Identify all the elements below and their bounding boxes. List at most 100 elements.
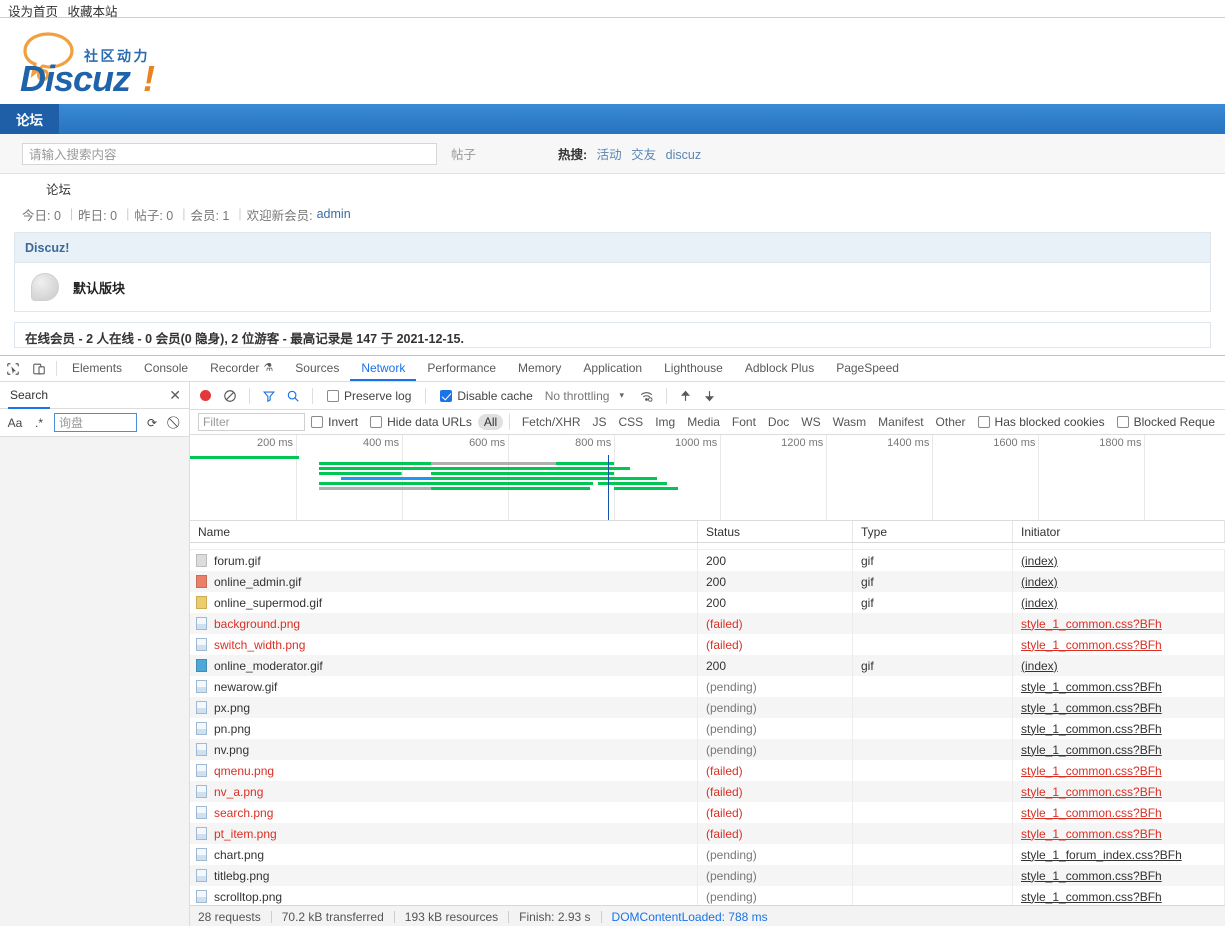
preserve-log-checkbox[interactable]: Preserve log [327, 389, 411, 403]
network-overview[interactable]: 200 ms 400 ms 600 ms 800 ms 1000 ms 1200 ms 14… [190, 435, 1225, 521]
table-row[interactable]: online_admin.gif 200 gif (index) [190, 571, 1225, 592]
regex-icon[interactable]: .* [30, 416, 48, 430]
set-homepage-link[interactable]: 设为首页 [8, 5, 58, 19]
request-initiator-link[interactable]: style_1_common.css?BFh [1021, 827, 1162, 841]
hide-data-urls-box[interactable] [370, 416, 383, 428]
search-drawer-tab[interactable]: Search [8, 382, 51, 409]
has-blocked-cookies-checkbox[interactable]: Has blocked cookies [977, 415, 1105, 429]
throttling-select[interactable]: No throttling [545, 389, 610, 403]
table-row[interactable]: online_supermod.gif 200 gif (index) [190, 592, 1225, 613]
table-row[interactable]: switch_width.png (failed) style_1_common.c… [190, 634, 1225, 655]
table-row-clipped[interactable] [190, 543, 1225, 550]
blocked-requests-checkbox[interactable]: Blocked Reque [1116, 415, 1215, 429]
request-name[interactable]: pn.png [214, 722, 251, 736]
invert-box[interactable] [311, 416, 324, 428]
status-dom-content-loaded[interactable]: DOMContentLoaded: 788 ms [612, 910, 768, 924]
request-initiator-link[interactable]: style_1_common.css?BFh [1021, 638, 1162, 652]
has-blocked-cookies-box[interactable] [977, 416, 990, 428]
column-header-name[interactable]: Name [190, 521, 698, 542]
table-row[interactable]: nv_a.png (failed) style_1_common.css?BFh [190, 781, 1225, 802]
tab-console[interactable]: Console [133, 356, 199, 381]
chevron-down-icon[interactable]: ▾ [619, 390, 624, 401]
request-name[interactable]: background.png [214, 617, 300, 631]
refresh-icon[interactable]: ⟳ [143, 416, 161, 430]
column-header-initiator[interactable]: Initiator [1013, 521, 1225, 542]
tab-pagespeed[interactable]: PageSpeed [825, 356, 910, 381]
request-initiator-link[interactable]: style_1_common.css?BFh [1021, 743, 1162, 757]
search-icon[interactable] [282, 389, 304, 403]
bookmark-site-link[interactable]: 收藏本站 [68, 5, 118, 19]
column-header-status[interactable]: Status [698, 521, 853, 542]
request-initiator-link[interactable]: (index) [1021, 554, 1058, 568]
request-initiator-link[interactable]: style_1_forum_index.css?BFh [1021, 848, 1182, 862]
request-initiator-link[interactable]: style_1_common.css?BFh [1021, 701, 1162, 715]
table-row[interactable]: forum.gif 200 gif (index) [190, 550, 1225, 571]
request-name[interactable]: forum.gif [214, 554, 261, 568]
device-toolbar-icon[interactable] [26, 356, 52, 381]
tab-sources[interactable]: Sources [284, 356, 350, 381]
tab-application[interactable]: Application [572, 356, 653, 381]
request-initiator-link[interactable]: (index) [1021, 659, 1058, 673]
tab-adblock-plus[interactable]: Adblock Plus [734, 356, 825, 381]
site-search-input[interactable]: 请输入搜索内容 [22, 142, 437, 165]
request-name[interactable]: search.png [214, 806, 273, 820]
clear-requests-icon[interactable] [219, 389, 241, 403]
breadcrumb-item-forum[interactable]: 论坛 [46, 179, 71, 198]
table-row[interactable]: qmenu.png (failed) style_1_common.css?BFh [190, 760, 1225, 781]
request-initiator-link[interactable]: style_1_common.css?BFh [1021, 890, 1162, 904]
table-row[interactable]: nv.png (pending) style_1_common.css?BFh [190, 739, 1225, 760]
request-initiator-link[interactable]: (index) [1021, 575, 1058, 589]
network-conditions-icon[interactable] [636, 389, 658, 403]
request-initiator-link[interactable]: style_1_common.css?BFh [1021, 869, 1162, 883]
table-row[interactable]: background.png (failed) style_1_common.css… [190, 613, 1225, 634]
request-name[interactable]: pt_item.png [214, 827, 277, 841]
request-name[interactable]: nv.png [214, 743, 249, 757]
filter-type-ws[interactable]: WS [795, 414, 826, 430]
request-initiator-link[interactable]: style_1_common.css?BFh [1021, 722, 1162, 736]
column-header-type[interactable]: Type [853, 521, 1013, 542]
filter-type-doc[interactable]: Doc [762, 414, 795, 430]
inspect-element-icon[interactable] [0, 356, 26, 381]
export-har-icon[interactable] [699, 389, 721, 403]
forum-board-name[interactable]: 默认版块 [73, 278, 125, 297]
request-name[interactable]: px.png [214, 701, 250, 715]
clear-search-icon[interactable]: ⃠ [167, 415, 185, 430]
newest-member-link[interactable]: admin [317, 207, 351, 221]
disable-cache-box[interactable] [440, 389, 453, 402]
tab-performance[interactable]: Performance [416, 356, 507, 381]
table-row[interactable]: online_moderator.gif 200 gif (index) [190, 655, 1225, 676]
hot-search-link-2[interactable]: 交友 [631, 148, 656, 162]
request-name[interactable]: online_moderator.gif [214, 659, 323, 673]
nav-tab-forum[interactable]: 论坛 [0, 104, 59, 134]
table-row[interactable]: pn.png (pending) style_1_common.css?BFh [190, 718, 1225, 739]
request-name[interactable]: newarow.gif [214, 680, 277, 694]
preserve-log-box[interactable] [327, 389, 339, 402]
filter-type-js[interactable]: JS [587, 414, 613, 430]
filter-type-wasm[interactable]: Wasm [827, 414, 873, 430]
filter-type-img[interactable]: Img [649, 414, 681, 430]
request-initiator-link[interactable]: style_1_common.css?BFh [1021, 617, 1162, 631]
filter-icon[interactable] [258, 389, 280, 403]
table-row[interactable]: pt_item.png (failed) style_1_common.css?BF… [190, 823, 1225, 844]
request-initiator-link[interactable]: style_1_common.css?BFh [1021, 785, 1162, 799]
filter-type-other[interactable]: Other [930, 414, 972, 430]
tab-network[interactable]: Network [350, 356, 417, 381]
filter-type-manifest[interactable]: Manifest [872, 414, 929, 430]
request-name[interactable]: online_supermod.gif [214, 596, 322, 610]
match-case-icon[interactable]: Aa [6, 416, 24, 430]
filter-type-font[interactable]: Font [726, 414, 762, 430]
table-row[interactable]: scrolltop.png (pending) style_1_common.css… [190, 886, 1225, 905]
request-name[interactable]: titlebg.png [214, 869, 269, 883]
overview-canvas[interactable]: 200 ms 400 ms 600 ms 800 ms 1000 ms 1200 ms 14… [190, 435, 1225, 520]
hide-data-urls-checkbox[interactable]: Hide data URLs [370, 415, 472, 429]
hot-search-link-1[interactable]: 活动 [597, 148, 622, 162]
blocked-requests-box[interactable] [1116, 416, 1129, 428]
request-name[interactable]: qmenu.png [214, 764, 274, 778]
filter-type-media[interactable]: Media [681, 414, 726, 430]
request-name[interactable]: chart.png [214, 848, 264, 862]
tab-recorder[interactable]: Recorder ⚗ [199, 356, 284, 381]
filter-type-fetch-xhr[interactable]: Fetch/XHR [516, 414, 587, 430]
record-button-icon[interactable] [200, 390, 211, 401]
table-row[interactable]: titlebg.png (pending) style_1_common.css?B… [190, 865, 1225, 886]
request-initiator-link[interactable]: style_1_common.css?BFh [1021, 680, 1162, 694]
